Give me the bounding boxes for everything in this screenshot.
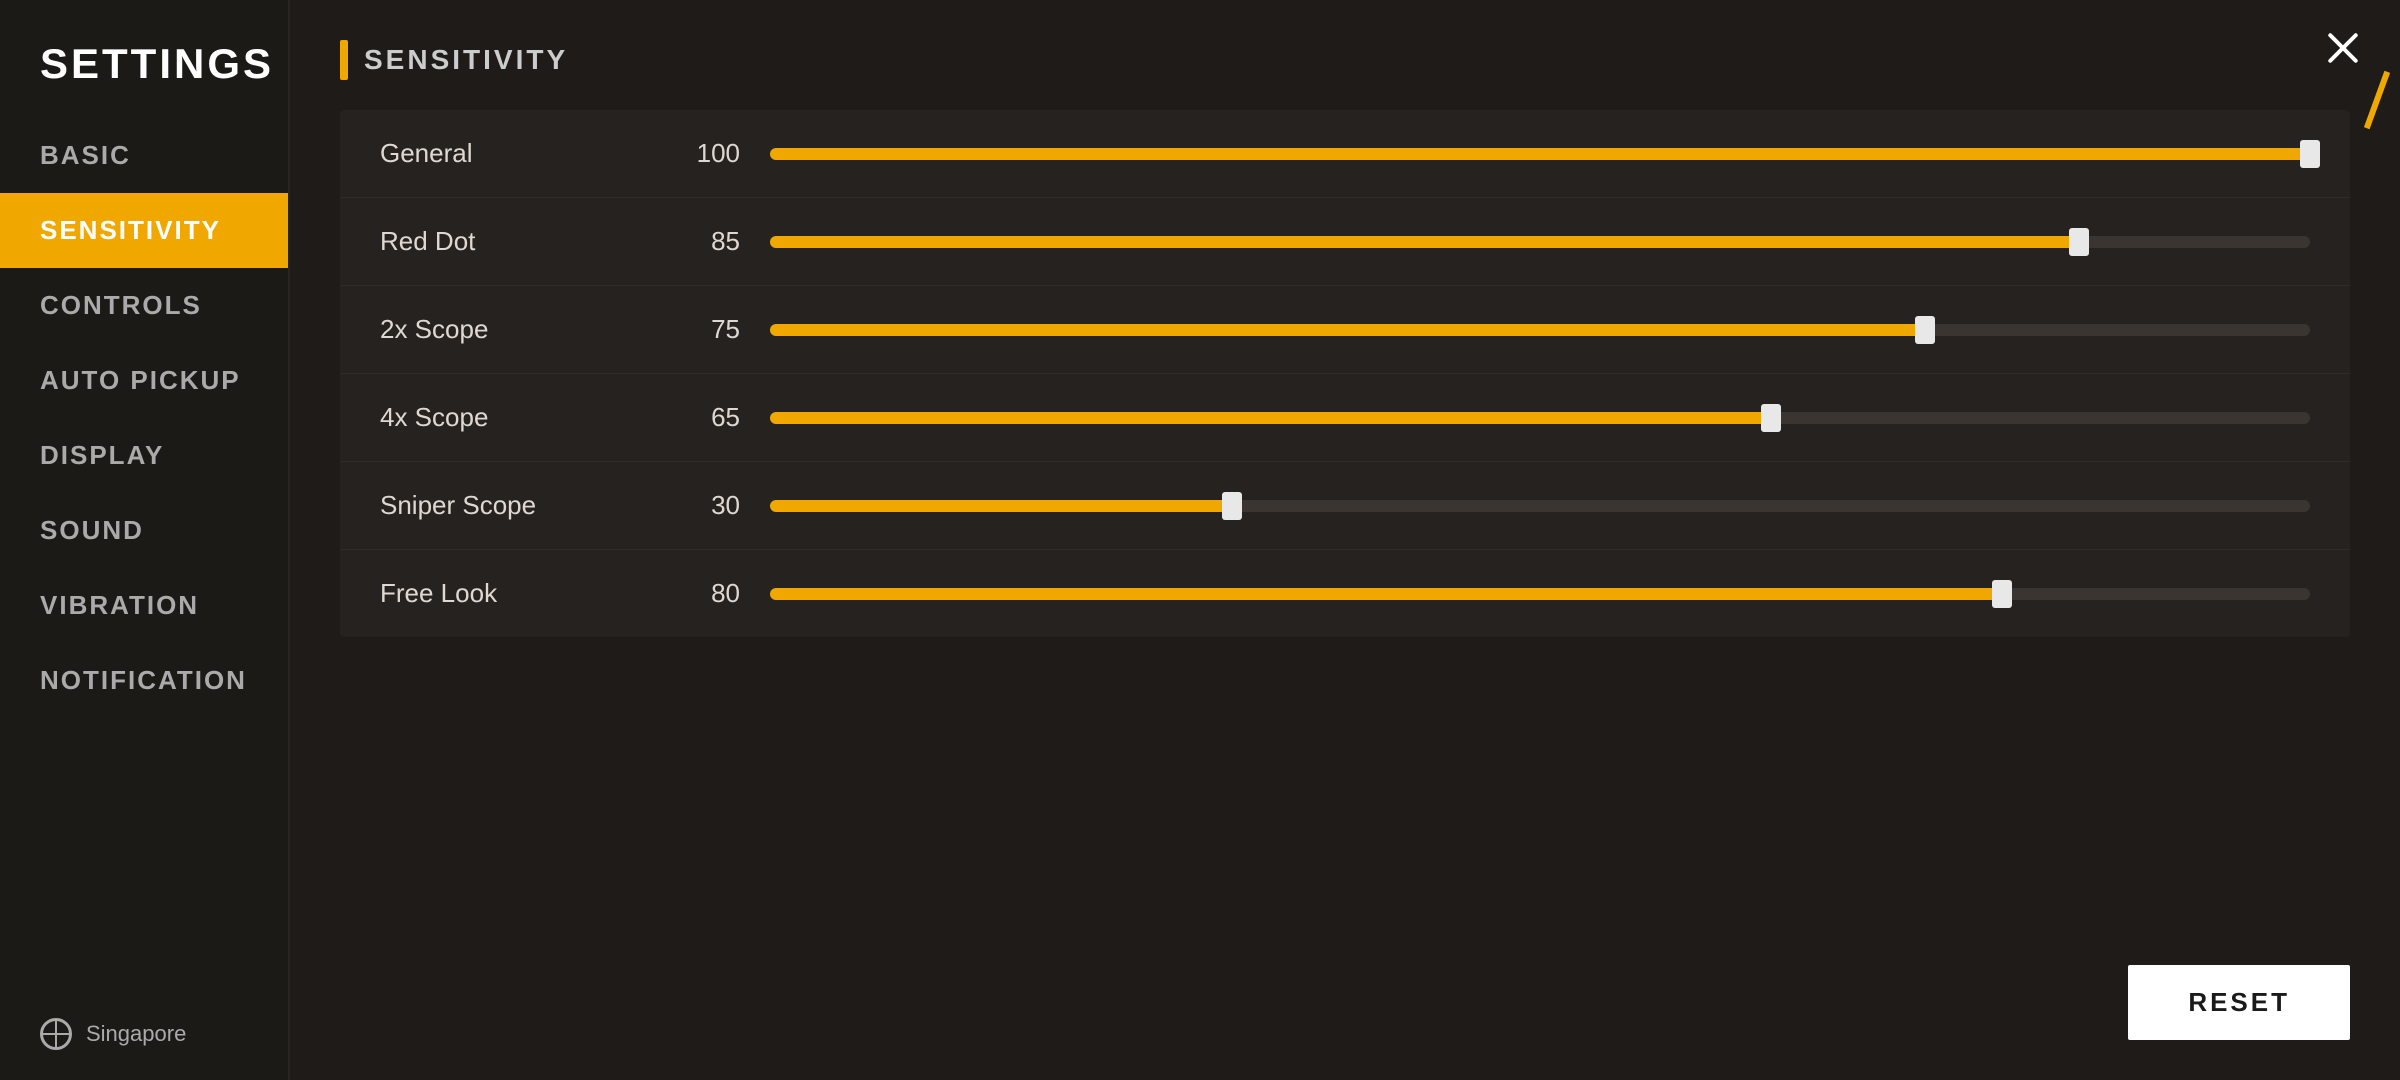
slider-track-sniper-scope[interactable] [770, 500, 2310, 512]
sidebar-item-sound[interactable]: SOUND [0, 493, 288, 568]
slider-row-2x-scope: 2x Scope 75 [340, 286, 2350, 374]
slider-fill-2x-scope [770, 324, 1925, 336]
slider-track-4x-scope[interactable] [770, 412, 2310, 424]
slider-value-general: 100 [660, 138, 740, 169]
slider-thumb-2x-scope[interactable] [1915, 316, 1935, 344]
corner-decoration [2280, 0, 2400, 120]
slider-thumb-free-look[interactable] [1992, 580, 2012, 608]
sidebar-item-vibration[interactable]: VIBRATION [0, 568, 288, 643]
slider-fill-red-dot [770, 236, 2079, 248]
slider-thumb-general[interactable] [2300, 140, 2320, 168]
slider-label-4x-scope: 4x Scope [380, 402, 660, 433]
slider-label-sniper-scope: Sniper Scope [380, 490, 660, 521]
section-title: SENSITIVITY [364, 44, 568, 76]
slider-track-red-dot[interactable] [770, 236, 2310, 248]
slider-label-general: General [380, 138, 660, 169]
slider-row-general: General 100 [340, 110, 2350, 198]
slider-thumb-4x-scope[interactable] [1761, 404, 1781, 432]
sidebar-item-display[interactable]: DISPLAY [0, 418, 288, 493]
reset-button-container: RESET [2128, 965, 2350, 1040]
slider-value-2x-scope: 75 [660, 314, 740, 345]
slider-row-free-look: Free Look 80 [340, 550, 2350, 637]
section-bar-accent [340, 40, 348, 80]
slider-thumb-sniper-scope[interactable] [1222, 492, 1242, 520]
slider-value-red-dot: 85 [660, 226, 740, 257]
slider-label-free-look: Free Look [380, 578, 660, 609]
sidebar-item-controls[interactable]: CONTROLS [0, 268, 288, 343]
slider-row-red-dot: Red Dot 85 [340, 198, 2350, 286]
slider-track-2x-scope[interactable] [770, 324, 2310, 336]
sliders-container: General 100 Red Dot 85 2x Scope 75 [340, 110, 2350, 637]
sidebar-item-notification[interactable]: NOTIFICATION [0, 643, 288, 718]
slider-fill-general [770, 148, 2310, 160]
slider-value-4x-scope: 65 [660, 402, 740, 433]
reset-button[interactable]: RESET [2128, 965, 2350, 1040]
settings-title: SETTINGS [0, 20, 288, 118]
slider-row-sniper-scope: Sniper Scope 30 [340, 462, 2350, 550]
slider-value-free-look: 80 [660, 578, 740, 609]
close-button[interactable] [2315, 20, 2370, 75]
slider-label-2x-scope: 2x Scope [380, 314, 660, 345]
section-header: SENSITIVITY [340, 40, 2350, 80]
slider-track-free-look[interactable] [770, 588, 2310, 600]
slider-row-4x-scope: 4x Scope 65 [340, 374, 2350, 462]
slider-value-sniper-scope: 30 [660, 490, 740, 521]
slider-track-general[interactable] [770, 148, 2310, 160]
sidebar-item-basic[interactable]: BASIC [0, 118, 288, 193]
slider-fill-4x-scope [770, 412, 1771, 424]
slider-fill-sniper-scope [770, 500, 1232, 512]
sidebar-item-auto-pickup[interactable]: AUTO PICKUP [0, 343, 288, 418]
main-content: SENSITIVITY General 100 Red Dot 85 [290, 0, 2400, 1080]
sensitivity-section: SENSITIVITY General 100 Red Dot 85 [290, 0, 2400, 1080]
globe-icon [40, 1018, 72, 1050]
slider-thumb-red-dot[interactable] [2069, 228, 2089, 256]
slider-label-red-dot: Red Dot [380, 226, 660, 257]
sidebar: SETTINGS BASIC SENSITIVITY CONTROLS AUTO… [0, 0, 290, 1080]
slider-fill-free-look [770, 588, 2002, 600]
sidebar-item-sensitivity[interactable]: SENSITIVITY [0, 193, 288, 268]
region-label: Singapore [86, 1021, 186, 1047]
sidebar-footer: Singapore [0, 988, 288, 1080]
